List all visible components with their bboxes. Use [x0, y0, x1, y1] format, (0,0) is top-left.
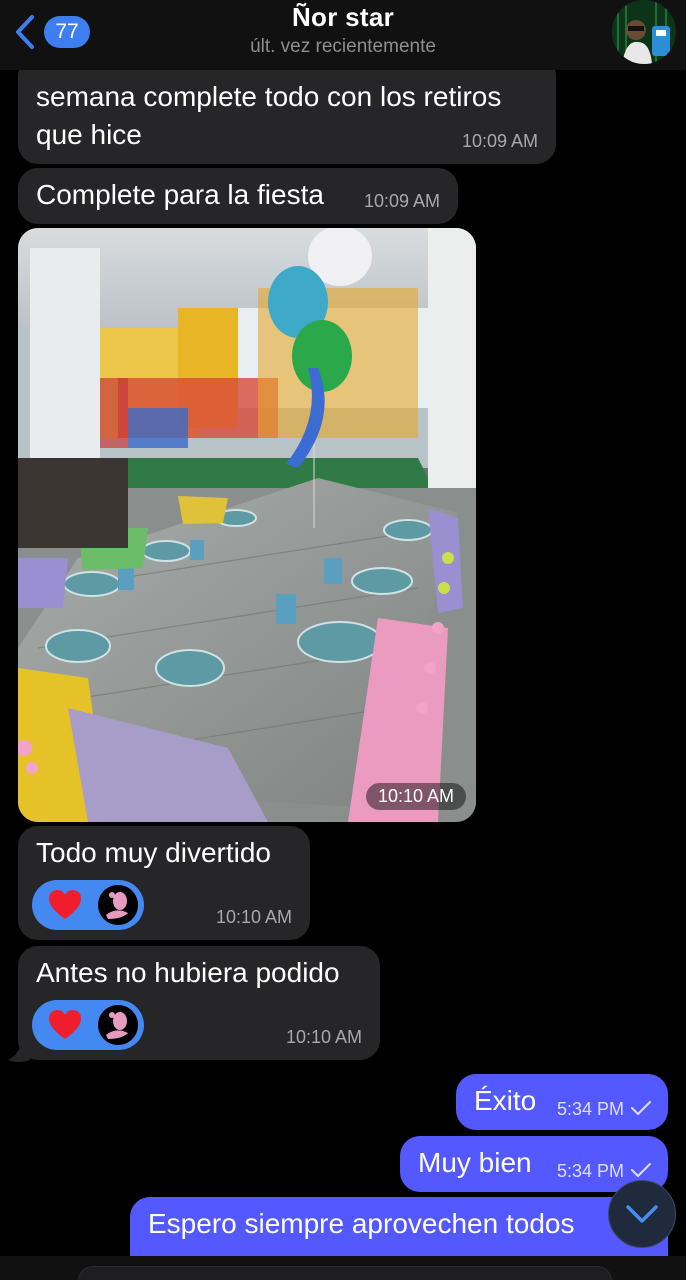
contact-avatar[interactable] — [612, 0, 676, 64]
incoming-message[interactable]: Complete para la fiesta 10:09 AM — [18, 168, 458, 224]
message-input[interactable] — [78, 1266, 612, 1280]
message-text: Antes no hubiera podido — [36, 957, 340, 988]
avatar-image — [612, 0, 676, 64]
message-text: Todo muy divertido — [36, 837, 272, 868]
reactor-avatar — [98, 1005, 138, 1045]
contact-name[interactable]: Ñor star — [0, 2, 686, 33]
message-text: Muy bien — [418, 1147, 532, 1178]
message-time: 10:09 AM — [363, 191, 440, 211]
incoming-message[interactable]: Antes no hubiera podido 10:10 AM — [18, 946, 380, 1060]
pink-panther-avatar — [98, 885, 138, 925]
message-text: Complete para la fiesta — [36, 179, 324, 210]
heart-icon — [49, 1010, 81, 1039]
chat-header: 77 Ñor star últ. vez recientemente — [0, 0, 686, 70]
reactor-avatar — [98, 885, 138, 925]
bubble-tail — [8, 1040, 30, 1062]
message-text: Espero siempre aprovechen todos — [148, 1208, 575, 1239]
scroll-to-bottom-button[interactable] — [608, 1180, 676, 1248]
message-time: 10:09 AM — [461, 131, 538, 151]
checkmark-icon — [631, 1101, 651, 1115]
incoming-message[interactable]: semana complete todo con los retiros que… — [18, 56, 556, 164]
reaction-pill[interactable] — [32, 880, 144, 930]
incoming-message[interactable]: Todo muy divertido 10:10 AM — [18, 826, 310, 940]
chevron-down-icon — [626, 1205, 658, 1223]
outgoing-message[interactable]: Éxito 5:34 PM — [456, 1074, 668, 1130]
checkmark-icon — [631, 1163, 651, 1177]
message-time: 10:10 AM — [285, 1027, 362, 1047]
reaction-pill[interactable] — [32, 1000, 144, 1050]
message-text-line: semana complete todo con los retiros — [36, 81, 502, 112]
contact-status: últ. vez recientemente — [250, 36, 436, 57]
message-time: 5:34 PM — [556, 1161, 624, 1181]
message-text-line: que hice — [36, 119, 142, 150]
message-text: Éxito — [474, 1085, 537, 1116]
message-time: 5:34 PM — [556, 1099, 624, 1119]
message-time: 10:10 AM — [215, 907, 292, 927]
pink-panther-avatar — [98, 1005, 138, 1045]
photo-time: 10:10 AM — [365, 783, 466, 810]
party-table-photo — [18, 228, 476, 822]
party-photo-message[interactable]: 10:10 AM — [18, 228, 476, 822]
heart-icon — [49, 890, 81, 919]
